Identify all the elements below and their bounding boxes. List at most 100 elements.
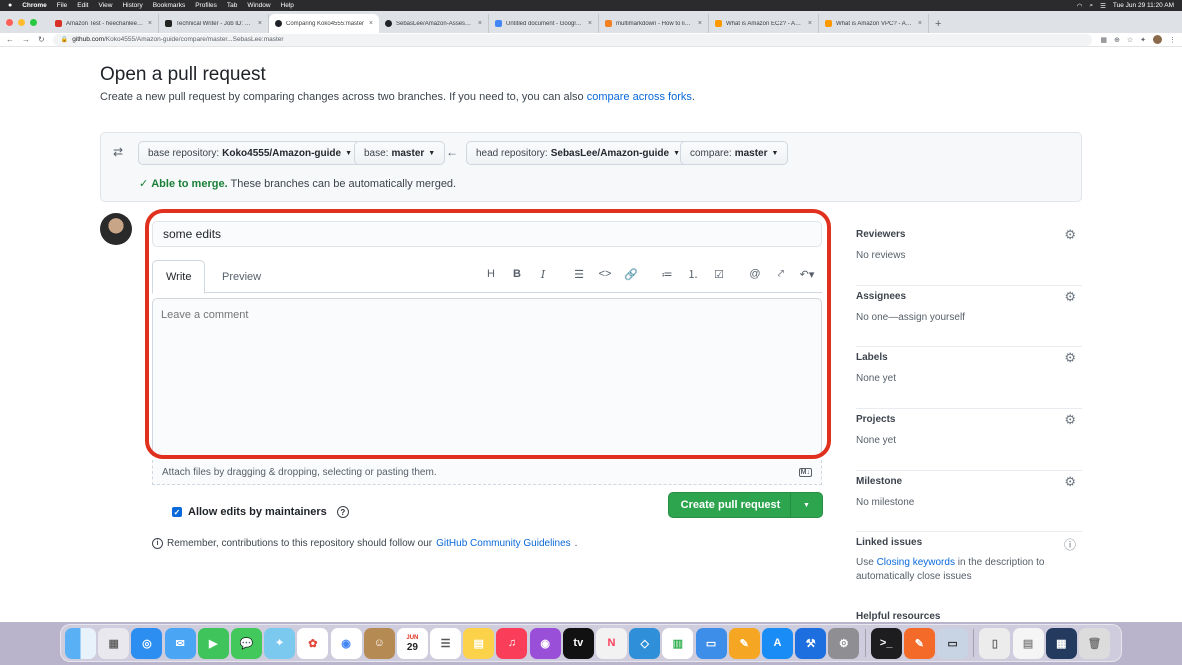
community-guidelines-link[interactable]: GitHub Community Guidelines: [436, 538, 571, 549]
cross-reference-icon[interactable]: ⤤: [768, 268, 794, 281]
attach-files-area[interactable]: Attach files by dragging & dropping, sel…: [152, 460, 822, 485]
keynote-icon[interactable]: ▭: [695, 627, 727, 659]
vscode-icon[interactable]: ◇: [629, 627, 661, 659]
forward-icon[interactable]: →: [22, 35, 30, 44]
apple-tv-icon[interactable]: tv: [562, 627, 594, 659]
gear-icon[interactable]: ⚙: [1064, 227, 1076, 243]
contacts-icon[interactable]: ☺: [363, 627, 395, 659]
facetime-icon[interactable]: ▶: [197, 627, 229, 659]
trash-icon[interactable]: 🗑: [1079, 627, 1110, 659]
browser-tab-stackoverflow[interactable]: multimarkdown - How to link to ×: [599, 14, 709, 33]
assign-yourself-link[interactable]: No one—assign yourself: [856, 312, 965, 323]
pr-title-input[interactable]: [152, 221, 822, 247]
numbered-list-icon[interactable]: ⒈: [680, 266, 706, 282]
browser-tab-gmail[interactable]: Amazon Test - heechanlee96@ ×: [49, 14, 159, 33]
launchpad-icon[interactable]: ▦: [98, 627, 130, 659]
browser-tab-aws-vpc[interactable]: What is Amazon VPC? - Amazo ×: [819, 14, 929, 33]
code-icon[interactable]: <>: [592, 268, 618, 280]
heading-icon[interactable]: H: [478, 268, 504, 280]
close-tab-icon[interactable]: ×: [478, 20, 482, 27]
music-icon[interactable]: ♫: [496, 627, 528, 659]
create-pull-request-button[interactable]: Create pull request ▼: [668, 492, 823, 518]
address-bar[interactable]: 🔒 github.com/Koko4555/Amazon-guide/compa…: [52, 33, 1093, 46]
browser-tab-job[interactable]: Technical Writer - Job ID: 1477 ×: [159, 14, 269, 33]
allow-edits-checkbox[interactable]: ✓ Allow edits by maintainers?: [172, 506, 349, 518]
app-store-icon[interactable]: A: [761, 627, 793, 659]
caret-down-icon[interactable]: ▼: [790, 493, 822, 517]
compare-across-forks-link[interactable]: compare across forks: [587, 91, 692, 103]
terminal-icon[interactable]: >_: [870, 627, 902, 659]
downloads-icon[interactable]: ▯: [979, 627, 1011, 659]
qr-code-icon[interactable]: ▦: [1100, 36, 1107, 44]
comment-textarea[interactable]: [152, 298, 822, 456]
info-icon[interactable]: ⓘ: [1064, 536, 1076, 553]
close-tab-icon[interactable]: ×: [258, 20, 262, 27]
italic-icon[interactable]: I: [530, 268, 556, 281]
gear-icon[interactable]: ⚙: [1064, 289, 1076, 305]
checkbox-checked-icon[interactable]: ✓: [172, 507, 182, 517]
profile-avatar-icon[interactable]: [1153, 35, 1162, 44]
news-icon[interactable]: N: [596, 627, 627, 659]
finder-icon[interactable]: [65, 627, 96, 659]
compare-branch-select[interactable]: compare: master ▼: [680, 141, 789, 165]
menu-file[interactable]: File: [57, 2, 67, 9]
pages-icon[interactable]: ✎: [728, 627, 760, 659]
wifi-icon[interactable]: ◠: [1077, 2, 1083, 10]
back-icon[interactable]: ←: [6, 35, 14, 44]
lock-icon[interactable]: 🔒: [61, 36, 68, 43]
menu-view[interactable]: View: [98, 2, 112, 9]
browser-tab-compare[interactable]: Comparing Koko4555:master ×: [269, 14, 379, 33]
close-tab-icon[interactable]: ×: [369, 20, 373, 27]
close-tab-icon[interactable]: ×: [918, 20, 922, 27]
menu-edit[interactable]: Edit: [77, 2, 88, 9]
bulleted-list-icon[interactable]: ≔: [654, 268, 680, 281]
apple-icon[interactable]: ●: [8, 2, 12, 9]
mention-icon[interactable]: @: [742, 268, 768, 280]
browser-menu-icon[interactable]: ⋮: [1169, 36, 1176, 44]
calendar-icon[interactable]: JUN 29: [396, 627, 428, 659]
closing-keywords-link[interactable]: Closing keywords: [877, 557, 955, 568]
base-repository-select[interactable]: base repository: Koko4555/Amazon-guide ▼: [138, 141, 363, 165]
podcasts-icon[interactable]: ◉: [529, 627, 561, 659]
browser-tab-docs[interactable]: Untitled document - Google Do ×: [489, 14, 599, 33]
maps-icon[interactable]: ⌖: [264, 627, 296, 659]
menu-history[interactable]: History: [122, 2, 142, 9]
base-branch-select[interactable]: base: master ▼: [354, 141, 446, 165]
system-preferences-icon[interactable]: ⚙: [828, 627, 860, 659]
search-icon[interactable]: ⌕: [1089, 2, 1093, 10]
close-window-icon[interactable]: [6, 18, 13, 26]
close-tab-icon[interactable]: ×: [148, 20, 152, 27]
menu-app-name[interactable]: Chrome: [22, 2, 47, 9]
bookmark-star-icon[interactable]: ☆: [1127, 36, 1133, 44]
saved-replies-icon[interactable]: ↶▾: [794, 268, 820, 281]
gear-icon[interactable]: ⚙: [1064, 350, 1076, 366]
tab-write[interactable]: Write: [152, 260, 206, 294]
numbers-icon[interactable]: ▥: [662, 627, 694, 659]
documents-icon[interactable]: ▤: [1012, 627, 1044, 659]
reload-icon[interactable]: ↻: [38, 35, 45, 44]
sublime-icon[interactable]: ✎: [903, 627, 935, 659]
browser-tab-github-repo[interactable]: SebasLee/Amazon-Assesment ×: [379, 14, 489, 33]
close-tab-icon[interactable]: ×: [698, 20, 702, 27]
minimize-window-icon[interactable]: [18, 18, 25, 26]
zoom-icon[interactable]: ⊕: [1114, 36, 1120, 44]
new-tab-icon[interactable]: +: [929, 14, 947, 33]
menu-bookmarks[interactable]: Bookmarks: [153, 2, 186, 9]
close-tab-icon[interactable]: ×: [588, 20, 592, 27]
gear-icon[interactable]: ⚙: [1064, 474, 1076, 490]
task-list-icon[interactable]: ☑: [706, 268, 732, 281]
menu-tab[interactable]: Tab: [227, 2, 237, 9]
xcode-instruments-icon[interactable]: ⚒: [795, 627, 827, 659]
help-icon[interactable]: ?: [336, 506, 349, 518]
menu-window[interactable]: Window: [247, 2, 270, 9]
messages-icon[interactable]: 💬: [230, 627, 262, 659]
screenshot-stack-icon[interactable]: ▦: [1045, 627, 1077, 659]
control-center-icon[interactable]: ☰: [1100, 2, 1106, 10]
maximize-window-icon[interactable]: [30, 18, 37, 26]
tab-preview[interactable]: Preview: [209, 260, 274, 293]
bold-icon[interactable]: B: [504, 268, 530, 280]
chrome-icon[interactable]: ◉: [330, 627, 362, 659]
browser-tab-aws-ec2[interactable]: What is Amazon EC2? - Amazo ×: [709, 14, 819, 33]
mail-icon[interactable]: ✉: [164, 627, 196, 659]
user-avatar[interactable]: [100, 213, 132, 245]
